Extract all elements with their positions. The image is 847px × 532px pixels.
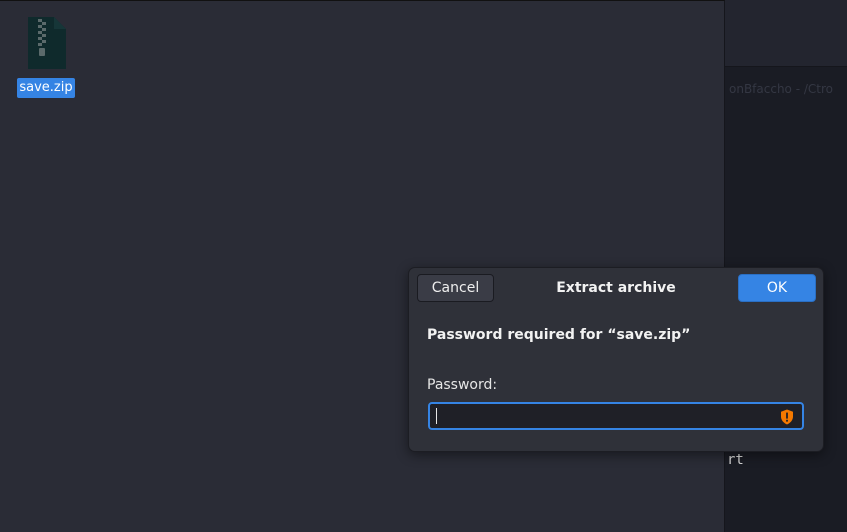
- dialog-header: Cancel Extract archive OK: [409, 268, 823, 312]
- zip-archive-icon: [28, 17, 66, 69]
- background-faint-text: onBfaccho - /Ctro: [729, 82, 833, 96]
- password-label: Password:: [427, 377, 498, 393]
- file-item-label: save.zip: [17, 78, 75, 98]
- background-window-header: [725, 0, 847, 67]
- file-item-save-zip[interactable]: save.zip: [17, 15, 75, 99]
- file-manager-window: save.zip: [0, 0, 725, 532]
- shield-warning-icon: [781, 409, 793, 425]
- password-input[interactable]: [428, 402, 804, 430]
- extract-archive-dialog: Cancel Extract archive OK Password requi…: [408, 267, 824, 452]
- terminal-text-fragment: rt: [727, 452, 744, 468]
- password-prompt: Password required for “save.zip”: [427, 327, 691, 343]
- ok-button[interactable]: OK: [738, 274, 816, 302]
- text-caret: [436, 408, 437, 424]
